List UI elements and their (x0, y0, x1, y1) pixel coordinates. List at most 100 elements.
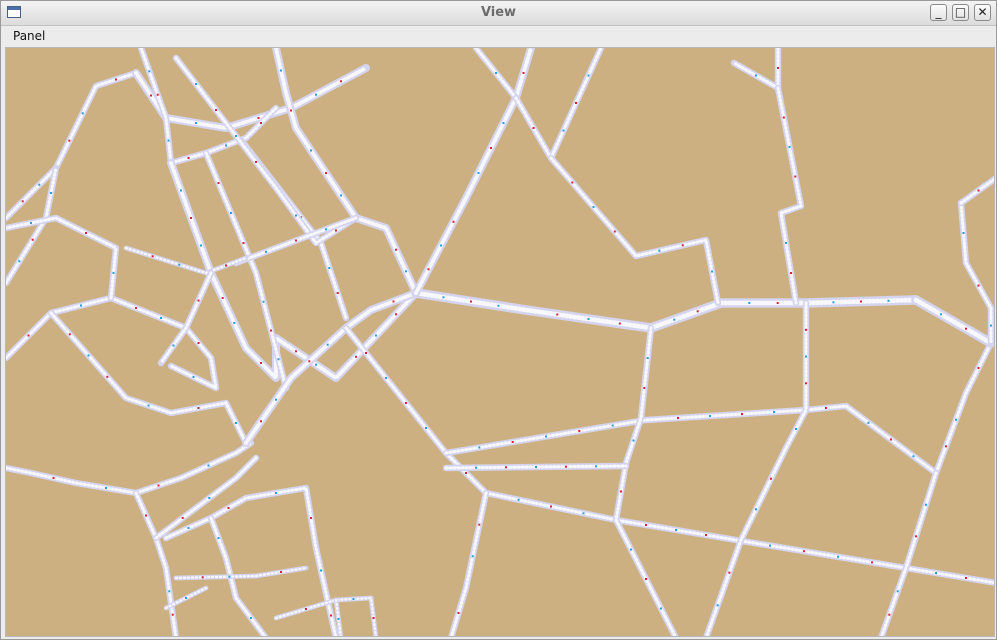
vehicle-marker (452, 220, 455, 223)
vehicle-marker (315, 93, 317, 96)
vehicle-marker (195, 83, 197, 85)
title-bar[interactable]: View _ □ ✕ (1, 1, 996, 26)
vehicle-marker (178, 263, 181, 266)
vehicle-marker (748, 302, 751, 304)
vehicle-marker (777, 67, 779, 69)
vehicle-marker (328, 267, 331, 269)
vehicle-marker (955, 418, 957, 421)
vehicle-marker (977, 189, 980, 192)
vehicle-marker (442, 296, 445, 299)
vehicle-marker (68, 139, 71, 142)
vehicle-marker (788, 146, 791, 148)
vehicle-marker (225, 264, 227, 267)
vehicle-marker (587, 74, 590, 77)
vehicle-marker (260, 122, 262, 124)
vehicle-marker (197, 407, 200, 409)
vehicle-marker (171, 613, 174, 616)
vehicle-marker (200, 244, 202, 247)
vehicle-marker (217, 182, 220, 184)
close-button[interactable]: ✕ (974, 4, 991, 21)
vehicle-marker (112, 272, 115, 274)
vehicle-marker (30, 222, 32, 224)
vehicle-marker (52, 477, 55, 479)
vehicle-marker (375, 334, 377, 337)
vehicle-marker (611, 424, 614, 427)
vehicle-marker (230, 212, 232, 214)
vehicle-marker (522, 72, 525, 74)
vehicle-marker (643, 387, 646, 389)
vehicle-marker (425, 427, 427, 429)
vehicle-marker (795, 428, 797, 430)
vehicle-marker (803, 550, 805, 553)
vehicle-marker (620, 490, 622, 493)
vehicle-marker (260, 362, 262, 364)
vehicle-marker (352, 598, 355, 600)
vehicle-marker (578, 430, 581, 432)
vehicle-marker (755, 508, 757, 511)
vehicle-marker (235, 135, 237, 137)
vehicle-marker (405, 402, 407, 404)
vehicle-marker (233, 322, 236, 324)
vehicle-marker (235, 422, 237, 424)
vehicle-marker (221, 297, 224, 299)
road-texture (274, 596, 377, 636)
vehicle-marker (562, 129, 565, 132)
vehicle-marker (582, 512, 585, 515)
vehicle-marker (630, 548, 632, 551)
vehicle-marker (646, 357, 649, 359)
road-texture (134, 66, 368, 131)
vehicle-marker (385, 377, 387, 379)
menu-panel[interactable]: Panel (13, 29, 45, 43)
road-segment (6, 439, 255, 497)
vehicle-marker (832, 301, 835, 304)
road-texture (913, 297, 994, 346)
vehicle-marker (475, 466, 477, 469)
vehicle-marker (265, 250, 267, 253)
vehicle-marker (773, 411, 775, 413)
vehicle-marker (755, 74, 757, 77)
road-network-map[interactable] (6, 48, 995, 637)
vehicle-marker (68, 333, 71, 336)
road-segment (730, 48, 782, 92)
maximize-button[interactable]: □ (952, 4, 969, 21)
map-canvas[interactable] (5, 47, 995, 637)
vehicle-marker (495, 72, 497, 74)
vehicle-marker (355, 355, 357, 358)
window-title: View (480, 5, 517, 20)
vehicle-marker (915, 535, 917, 538)
vehicle-marker (365, 352, 367, 354)
road-segment (957, 199, 994, 347)
vehicle-marker (151, 255, 154, 258)
vehicle-marker (711, 270, 713, 273)
vehicle-marker (613, 230, 616, 233)
vehicle-marker (790, 272, 792, 274)
vehicle-marker (280, 571, 282, 573)
minimize-button[interactable]: _ (930, 4, 947, 21)
road-texture (6, 441, 253, 495)
vehicle-marker (395, 248, 397, 251)
vehicle-marker (860, 300, 862, 303)
vehicle-marker (305, 608, 307, 610)
road-texture (6, 71, 138, 220)
vehicle-marker (372, 617, 375, 619)
vehicle-marker (977, 284, 980, 287)
vehicle-marker (977, 367, 980, 369)
vehicle-marker (167, 139, 170, 142)
vehicle-marker (675, 529, 677, 531)
vehicle-marker (517, 498, 520, 501)
vehicle-marker (105, 487, 107, 489)
vehicle-marker (565, 465, 567, 468)
vehicle-marker (135, 307, 137, 309)
vehicle-marker (770, 477, 772, 480)
vehicle-marker (310, 517, 312, 519)
vehicle-marker (769, 544, 771, 547)
vehicle-marker (207, 464, 210, 467)
vehicle-marker (336, 292, 339, 294)
vehicle-marker (457, 612, 460, 614)
vehicle-marker (427, 268, 430, 271)
vehicle-marker (940, 313, 942, 316)
vehicle-marker (890, 438, 892, 441)
vehicle-marker (571, 181, 574, 184)
vehicle-marker (201, 576, 204, 579)
vehicle-marker (197, 342, 200, 344)
